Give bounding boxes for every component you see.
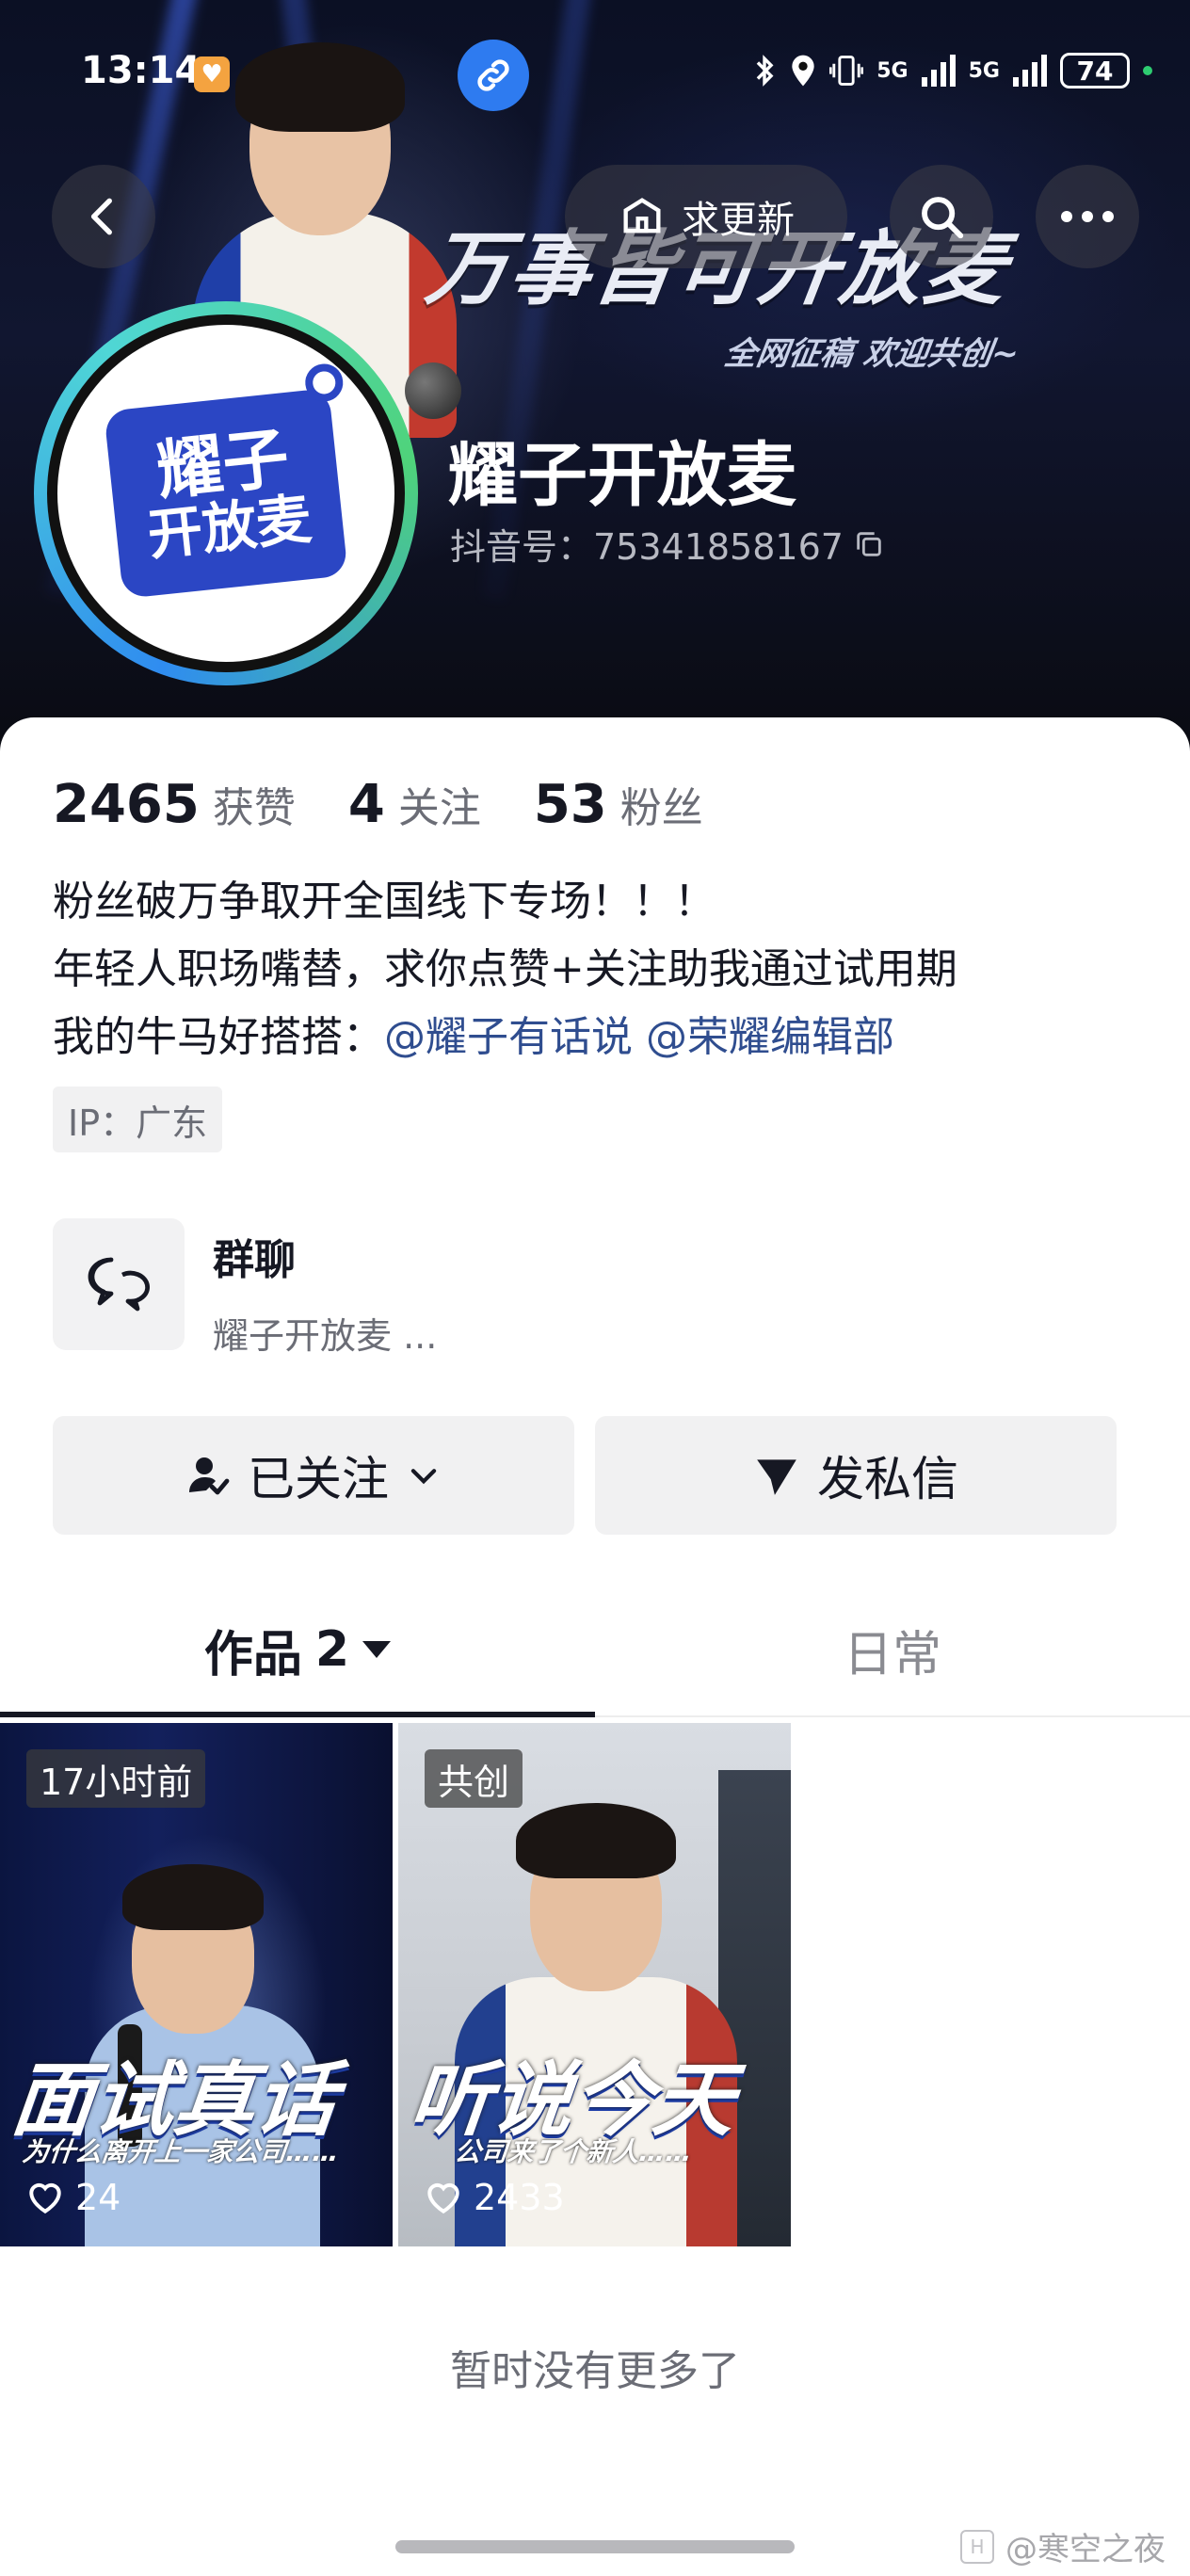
bio-line-prefix: 我的牛马好搭搭： <box>53 1013 384 1061</box>
location-icon <box>790 55 816 87</box>
heart-badge-icon: ♥ <box>194 56 230 92</box>
search-button[interactable] <box>890 165 993 268</box>
network-label: 5G <box>968 58 1000 83</box>
user-check-icon <box>189 1457 230 1495</box>
video-grid: 17小时前 面试真话 为什么离开上一家公司…… 24 共创 听说今天 公司来了个… <box>0 1723 791 2246</box>
network-label: 5G <box>876 58 909 83</box>
request-update-label: 求更新 <box>682 199 795 242</box>
profile-banner: 万事皆可开放麦 全网征稿 欢迎共创~ 13:14 ♥ 5G 5G 74 求更新 … <box>0 0 1190 753</box>
microphone-image <box>405 362 461 419</box>
douyin-id-label: 抖音号：75341858167 <box>450 526 844 568</box>
group-chat-title: 群聊 <box>213 1236 296 1284</box>
bio-line: 粉丝破万争取开全国线下专场！！！ <box>53 877 716 926</box>
avatar[interactable]: 耀子 开放麦 <box>34 301 418 685</box>
active-tab-indicator <box>0 1712 595 1717</box>
status-icons: 5G 5G 74 <box>752 53 1152 89</box>
status-time: 13:14 <box>81 49 201 92</box>
video-likes: 2433 <box>425 2177 565 2218</box>
group-chat-icon <box>53 1218 185 1350</box>
video-likes-count: 24 <box>75 2177 121 2218</box>
avatar-logo-text-2: 开放麦 <box>144 487 314 569</box>
tab-daily-label: 日常 <box>843 1626 941 1683</box>
group-chat-entry[interactable]: 群聊 耀子开放麦 ... <box>53 1218 437 1359</box>
heart-icon <box>427 2182 459 2214</box>
douyin-id[interactable]: 抖音号：75341858167 <box>450 518 885 570</box>
video-card[interactable]: 共创 听说今天 公司来了个新人…… 2433 <box>398 1723 791 2246</box>
profile-page: 万事皆可开放麦 全网征稿 欢迎共创~ 13:14 ♥ 5G 5G 74 求更新 … <box>0 0 1190 2576</box>
following-label: 关注 <box>397 784 481 832</box>
followed-label: 已关注 <box>248 1452 389 1506</box>
bluetooth-icon <box>752 55 777 87</box>
more-options-button[interactable] <box>1036 165 1139 268</box>
mention-link[interactable]: @耀子有话说 <box>384 1013 633 1061</box>
video-time-badge: 17小时前 <box>26 1749 206 1808</box>
caret-down-icon <box>362 1641 392 1658</box>
vibrate-icon <box>829 55 864 87</box>
group-chat-subtitle: 耀子开放麦 ... <box>213 1315 438 1357</box>
signal-icon <box>921 55 956 87</box>
privacy-indicator-dot <box>1143 66 1152 75</box>
request-update-button[interactable]: 求更新 <box>565 165 847 268</box>
watermark-logo-icon: H <box>960 2529 994 2564</box>
profile-name: 耀子开放麦 <box>448 435 796 516</box>
more-dots-icon <box>1061 211 1114 222</box>
video-subtitle-overlay: 公司来了个新人…… <box>453 2136 694 2167</box>
followed-button[interactable]: 已关注 <box>53 1416 574 1535</box>
watermark: H @寒空之夜 <box>960 2523 1166 2569</box>
followers-label: 粉丝 <box>619 784 703 832</box>
chevron-left-icon <box>90 198 112 235</box>
tab-works-count: 2 <box>314 1621 350 1678</box>
signal-icon <box>1013 55 1047 87</box>
update-gift-icon <box>623 198 661 233</box>
video-likes: 24 <box>26 2177 121 2218</box>
profile-stats: 2465 获赞 4 关注 53 粉丝 <box>53 774 756 835</box>
send-message-button[interactable]: 发私信 <box>595 1416 1117 1535</box>
avatar-logo: 耀子 开放麦 <box>104 362 348 599</box>
chevron-down-icon <box>410 1469 437 1485</box>
likes-label: 获赞 <box>212 784 296 832</box>
copy-icon[interactable] <box>853 528 885 560</box>
video-likes-count: 2433 <box>474 2177 565 2218</box>
heart-icon <box>29 2182 61 2214</box>
tab-works[interactable]: 作品 2 <box>0 1584 595 1715</box>
following-stat[interactable]: 4 关注 <box>348 774 481 835</box>
followers-stat[interactable]: 53 粉丝 <box>534 774 703 835</box>
back-button[interactable] <box>52 165 155 268</box>
ip-location-tag: IP：广东 <box>53 1087 223 1152</box>
content-tabs: 作品 2 日常 <box>0 1584 1190 1717</box>
no-more-content-text: 暂时没有更多了 <box>450 2347 740 2395</box>
bio-line: 年轻人职场嘴替，求你点赞+关注助我通过试用期 <box>53 945 957 993</box>
microphone-icon <box>303 362 346 404</box>
profile-sheet: 2465 获赞 4 关注 53 粉丝 粉丝破万争取开全国线下专场！！！ 年轻人职… <box>0 717 1190 2576</box>
tab-works-label: 作品 <box>203 1626 302 1683</box>
link-icon[interactable] <box>458 40 529 111</box>
tab-daily[interactable]: 日常 <box>595 1584 1190 1715</box>
watermark-text: @寒空之夜 <box>1005 2531 1166 2568</box>
send-icon <box>757 1459 796 1495</box>
bio-line: 我的牛马好搭搭：@耀子有话说 @荣耀编辑部 <box>53 1004 1145 1071</box>
battery-icon: 74 <box>1060 53 1130 89</box>
followers-count: 53 <box>533 774 607 835</box>
banner-subslogan: 全网征稿 欢迎共创~ <box>721 335 1021 373</box>
send-message-label: 发私信 <box>817 1452 958 1506</box>
search-icon <box>922 197 964 239</box>
video-card[interactable]: 17小时前 面试真话 为什么离开上一家公司…… 24 <box>0 1723 393 2246</box>
video-subtitle-overlay: 为什么离开上一家公司…… <box>21 2136 341 2167</box>
likes-count: 2465 <box>53 774 200 835</box>
video-cocreation-badge: 共创 <box>425 1749 523 1808</box>
mention-link[interactable]: @荣耀编辑部 <box>646 1013 894 1061</box>
following-count: 4 <box>347 774 385 835</box>
home-indicator[interactable] <box>395 2540 795 2553</box>
likes-stat[interactable]: 2465 获赞 <box>53 774 296 835</box>
profile-bio: 粉丝破万争取开全国线下专场！！！ 年轻人职场嘴替，求你点赞+关注助我通过试用期 … <box>53 868 1145 1071</box>
